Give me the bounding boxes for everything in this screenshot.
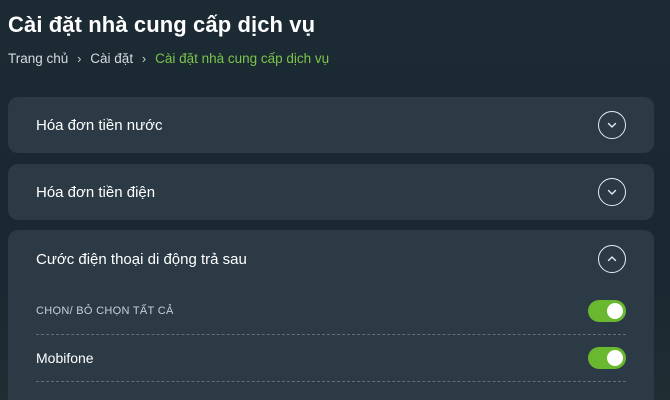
page-title: Cài đặt nhà cung cấp dịch vụ [8,12,316,37]
breadcrumb-home[interactable]: Trang chủ [8,51,68,66]
mobifone-toggle[interactable] [588,347,626,369]
expand-button[interactable] [598,178,626,206]
accordion-header[interactable]: Cước điện thoại di động trả sau [8,230,654,288]
expand-button[interactable] [598,111,626,139]
accordion-header[interactable]: Hóa đơn tiền nước [8,97,654,153]
chevron-down-icon [607,122,617,128]
breadcrumb: Trang chủ › Cài đặt › Cài đặt nhà cung c… [8,51,329,66]
accordion-header[interactable]: Hóa đơn tiền điện [8,164,654,220]
provider-label: Mobifone [36,350,94,366]
chevron-up-icon [607,256,617,262]
accordion-water-bill: Hóa đơn tiền nước [8,97,654,153]
collapse-button[interactable] [598,245,626,273]
accordion-postpaid-mobile: Cước điện thoại di động trả sau CHỌN/ BỎ… [8,230,654,400]
breadcrumb-separator-icon: › [141,51,147,66]
chevron-down-icon [607,189,617,195]
breadcrumb-current: Cài đặt nhà cung cấp dịch vụ [155,51,330,66]
accordion-title: Hóa đơn tiền nước [36,116,163,134]
accordion-title: Hóa đơn tiền điện [36,183,156,201]
toggle-knob [607,303,623,319]
toggle-knob [607,350,623,366]
breadcrumb-settings[interactable]: Cài đặt [90,51,133,66]
option-row-select-all: CHỌN/ BỎ CHỌN TẤT CẢ [36,288,626,335]
accordion-title: Cước điện thoại di động trả sau [36,250,247,268]
breadcrumb-separator-icon: › [77,51,82,66]
accordion-electricity-bill: Hóa đơn tiền điện [8,164,654,220]
option-row-mobifone: Mobifone [36,335,626,382]
select-all-toggle[interactable] [588,300,626,322]
select-all-label: CHỌN/ BỎ CHỌN TẤT CẢ [36,305,174,317]
